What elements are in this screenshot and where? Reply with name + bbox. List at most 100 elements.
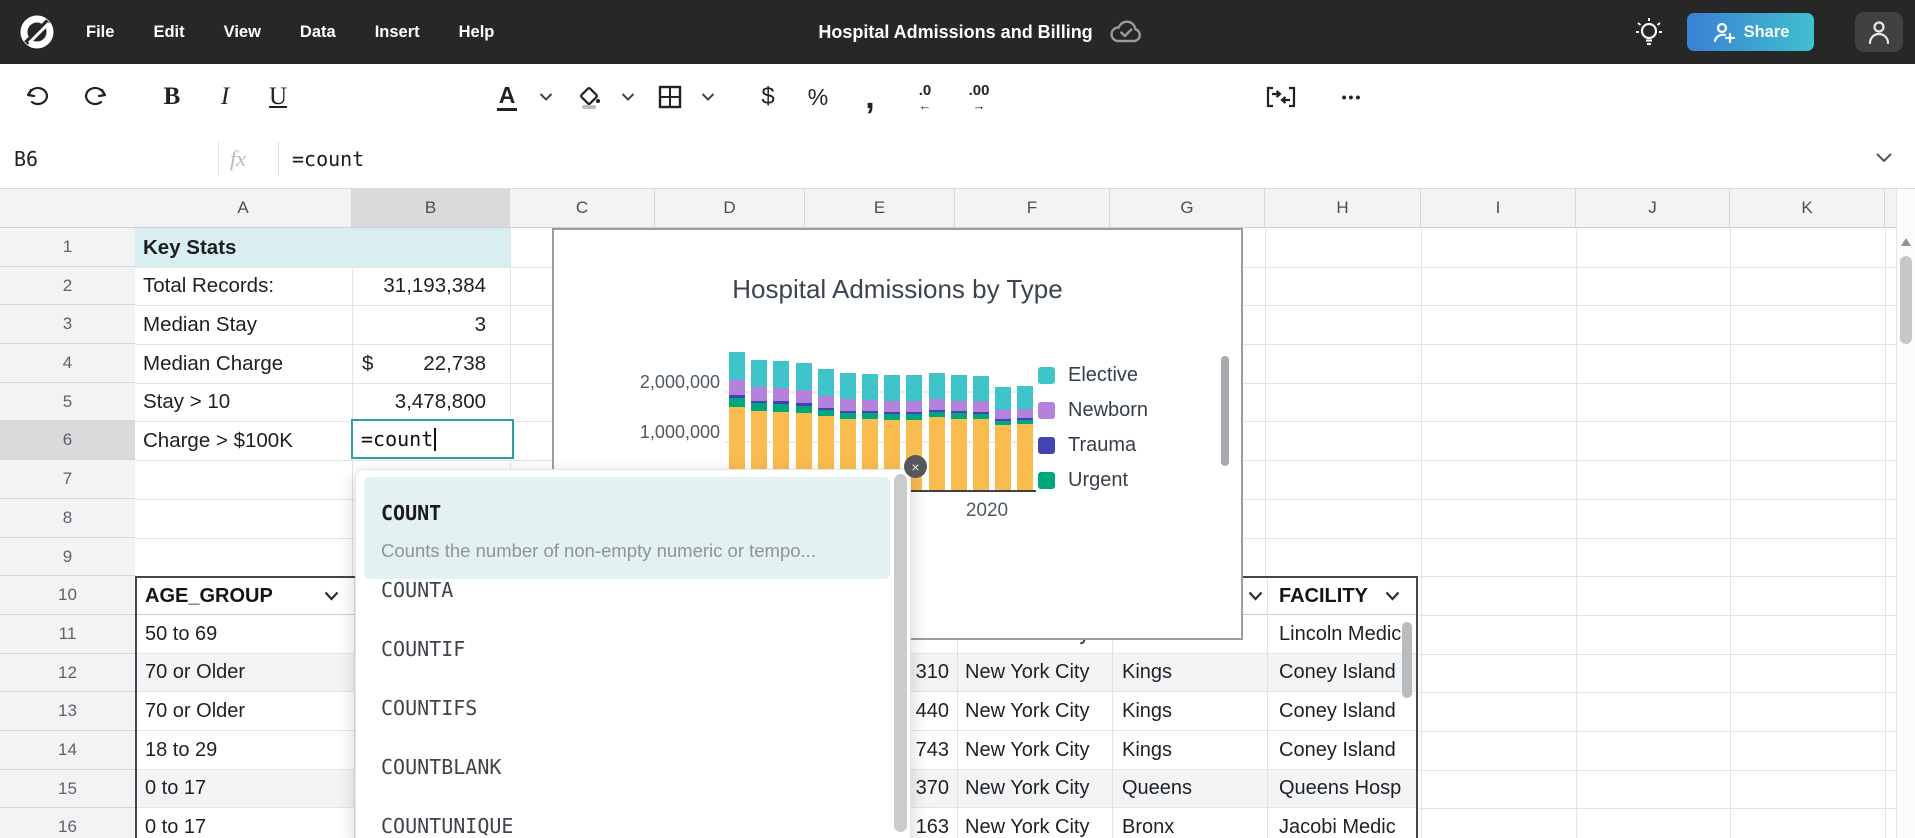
- column-header-k[interactable]: K: [1730, 188, 1885, 227]
- city-cell[interactable]: New York City: [965, 770, 1111, 807]
- underline-button[interactable]: U: [269, 64, 287, 130]
- row-header-3[interactable]: 3: [0, 305, 135, 344]
- county-cell[interactable]: Kings: [1122, 692, 1262, 730]
- county-sort-chevron-icon[interactable]: [1248, 591, 1263, 601]
- column-header-c[interactable]: C: [510, 188, 655, 227]
- table-scrollbar-thumb[interactable]: [1402, 622, 1412, 698]
- scroll-up-arrow-icon[interactable]: [1901, 238, 1911, 246]
- bold-button[interactable]: B: [164, 64, 181, 130]
- menu-item-view[interactable]: View: [224, 23, 261, 42]
- percent-format-button[interactable]: %: [808, 64, 828, 130]
- row-header-7[interactable]: 7: [0, 460, 135, 499]
- account-avatar-button[interactable]: [1855, 12, 1903, 52]
- borders-button[interactable]: [658, 64, 682, 130]
- more-options-button[interactable]: •••: [1342, 64, 1363, 130]
- spreadsheet-grid[interactable]: ABCDEFGHIJK 12345678910111213141516 Key …: [0, 188, 1915, 838]
- cell-a3[interactable]: Median Stay: [143, 305, 348, 344]
- cell-b3[interactable]: 3: [352, 305, 498, 344]
- menu-item-file[interactable]: File: [86, 23, 114, 42]
- column-header-i[interactable]: I: [1421, 188, 1576, 227]
- facility-cell[interactable]: Queens Hosp: [1279, 770, 1416, 807]
- menu-item-edit[interactable]: Edit: [153, 23, 184, 42]
- facility-cell[interactable]: Lincoln Medic: [1279, 615, 1416, 653]
- cell-a2[interactable]: Total Records:: [143, 267, 348, 305]
- cell-a1[interactable]: Key Stats: [143, 228, 348, 267]
- cell-reference-box[interactable]: B6: [14, 130, 38, 188]
- text-color-button[interactable]: A: [497, 64, 517, 130]
- city-cell[interactable]: New York City: [965, 808, 1111, 838]
- row-header-16[interactable]: 16: [0, 808, 135, 838]
- column-header-d[interactable]: D: [655, 188, 805, 227]
- currency-format-button[interactable]: $: [761, 64, 774, 130]
- cell-b4[interactable]: 22,738: [352, 344, 498, 383]
- age-group-cell[interactable]: 50 to 69: [145, 615, 345, 653]
- age-group-cell[interactable]: 70 or Older: [145, 692, 345, 730]
- autocomplete-item-countifs[interactable]: COUNTIFS: [381, 695, 477, 721]
- row-header-8[interactable]: 8: [0, 499, 135, 538]
- city-cell[interactable]: New York City: [965, 731, 1111, 769]
- column-header-f[interactable]: F: [955, 188, 1110, 227]
- autocomplete-item-countblank[interactable]: COUNTBLANK: [381, 754, 501, 780]
- legend-item-trauma[interactable]: Trauma: [1038, 433, 1136, 457]
- autocomplete-item-countif[interactable]: COUNTIF: [381, 636, 465, 662]
- legend-scrollbar-thumb[interactable]: [1221, 356, 1229, 466]
- formula-input[interactable]: =count: [292, 130, 364, 188]
- legend-item-urgent[interactable]: Urgent: [1038, 468, 1128, 492]
- row-header-9[interactable]: 9: [0, 538, 135, 576]
- cell-a4[interactable]: Median Charge: [143, 344, 348, 383]
- facility-cell[interactable]: Coney Island: [1279, 654, 1416, 691]
- column-header-g[interactable]: G: [1110, 188, 1265, 227]
- city-cell[interactable]: New York City: [965, 692, 1111, 730]
- row-header-5[interactable]: 5: [0, 383, 135, 421]
- facility-column-header[interactable]: FACILITY: [1279, 578, 1368, 614]
- autocomplete-item-counta[interactable]: COUNTA: [381, 577, 453, 603]
- italic-button[interactable]: I: [221, 64, 229, 130]
- redo-button[interactable]: [82, 64, 108, 130]
- age-group-column-header[interactable]: AGE_GROUP: [145, 578, 273, 614]
- increase-decimals-button[interactable]: .00→: [969, 64, 990, 130]
- legend-item-newborn[interactable]: Newborn: [1038, 398, 1148, 422]
- autocomplete-scrollbar-thumb[interactable]: [894, 474, 907, 832]
- row-header-4[interactable]: 4: [0, 344, 135, 383]
- row-header-14[interactable]: 14: [0, 731, 135, 770]
- editing-cell-b6[interactable]: =count: [351, 419, 514, 459]
- age-group-cell[interactable]: 70 or Older: [145, 654, 345, 691]
- autocomplete-selected-item[interactable]: [364, 477, 890, 579]
- undo-button[interactable]: [25, 64, 51, 130]
- county-cell[interactable]: Kings: [1122, 654, 1262, 691]
- decrease-decimals-button[interactable]: .0←: [919, 64, 932, 130]
- close-autocomplete-button[interactable]: ×: [904, 455, 927, 478]
- row-header-15[interactable]: 15: [0, 770, 135, 808]
- row-header-10[interactable]: 10: [0, 576, 135, 615]
- autocomplete-item-countunique[interactable]: COUNTUNIQUE: [381, 813, 513, 838]
- format-converter-button[interactable]: [1266, 64, 1296, 130]
- age-group-cell[interactable]: 18 to 29: [145, 731, 345, 769]
- borders-dropdown[interactable]: [702, 64, 715, 130]
- age-group-cell[interactable]: 0 to 17: [145, 808, 345, 838]
- age-group-cell[interactable]: 0 to 17: [145, 770, 345, 807]
- app-logo-icon[interactable]: [18, 13, 56, 51]
- row-header-11[interactable]: 11: [0, 615, 135, 654]
- menu-item-help[interactable]: Help: [459, 23, 495, 42]
- cell-a6[interactable]: Charge > $100K: [143, 421, 348, 460]
- county-cell[interactable]: Bronx: [1122, 808, 1262, 838]
- cell-a5[interactable]: Stay > 10: [143, 383, 348, 421]
- legend-item-elective[interactable]: Elective: [1038, 363, 1138, 387]
- formula-bar-expand-chevron[interactable]: [1876, 153, 1892, 163]
- row-header-6[interactable]: 6: [0, 421, 135, 460]
- county-cell[interactable]: Queens: [1122, 770, 1262, 807]
- fill-color-button[interactable]: [577, 64, 603, 130]
- age-group-sort-chevron-icon[interactable]: [324, 591, 339, 601]
- facility-cell[interactable]: Coney Island: [1279, 692, 1416, 730]
- row-header-1[interactable]: 1: [0, 228, 135, 267]
- county-cell[interactable]: Kings: [1122, 731, 1262, 769]
- row-header-2[interactable]: 2: [0, 267, 135, 305]
- sheet-scrollbar-thumb[interactable]: [1900, 256, 1912, 344]
- lightbulb-feedback-icon[interactable]: [1634, 17, 1664, 49]
- menu-item-data[interactable]: Data: [300, 23, 336, 42]
- sheet-vertical-scrollbar[interactable]: [1896, 188, 1915, 838]
- column-header-b[interactable]: B: [352, 188, 510, 227]
- row-header-12[interactable]: 12: [0, 654, 135, 692]
- share-button[interactable]: Share: [1687, 13, 1814, 51]
- text-color-dropdown[interactable]: [540, 64, 553, 130]
